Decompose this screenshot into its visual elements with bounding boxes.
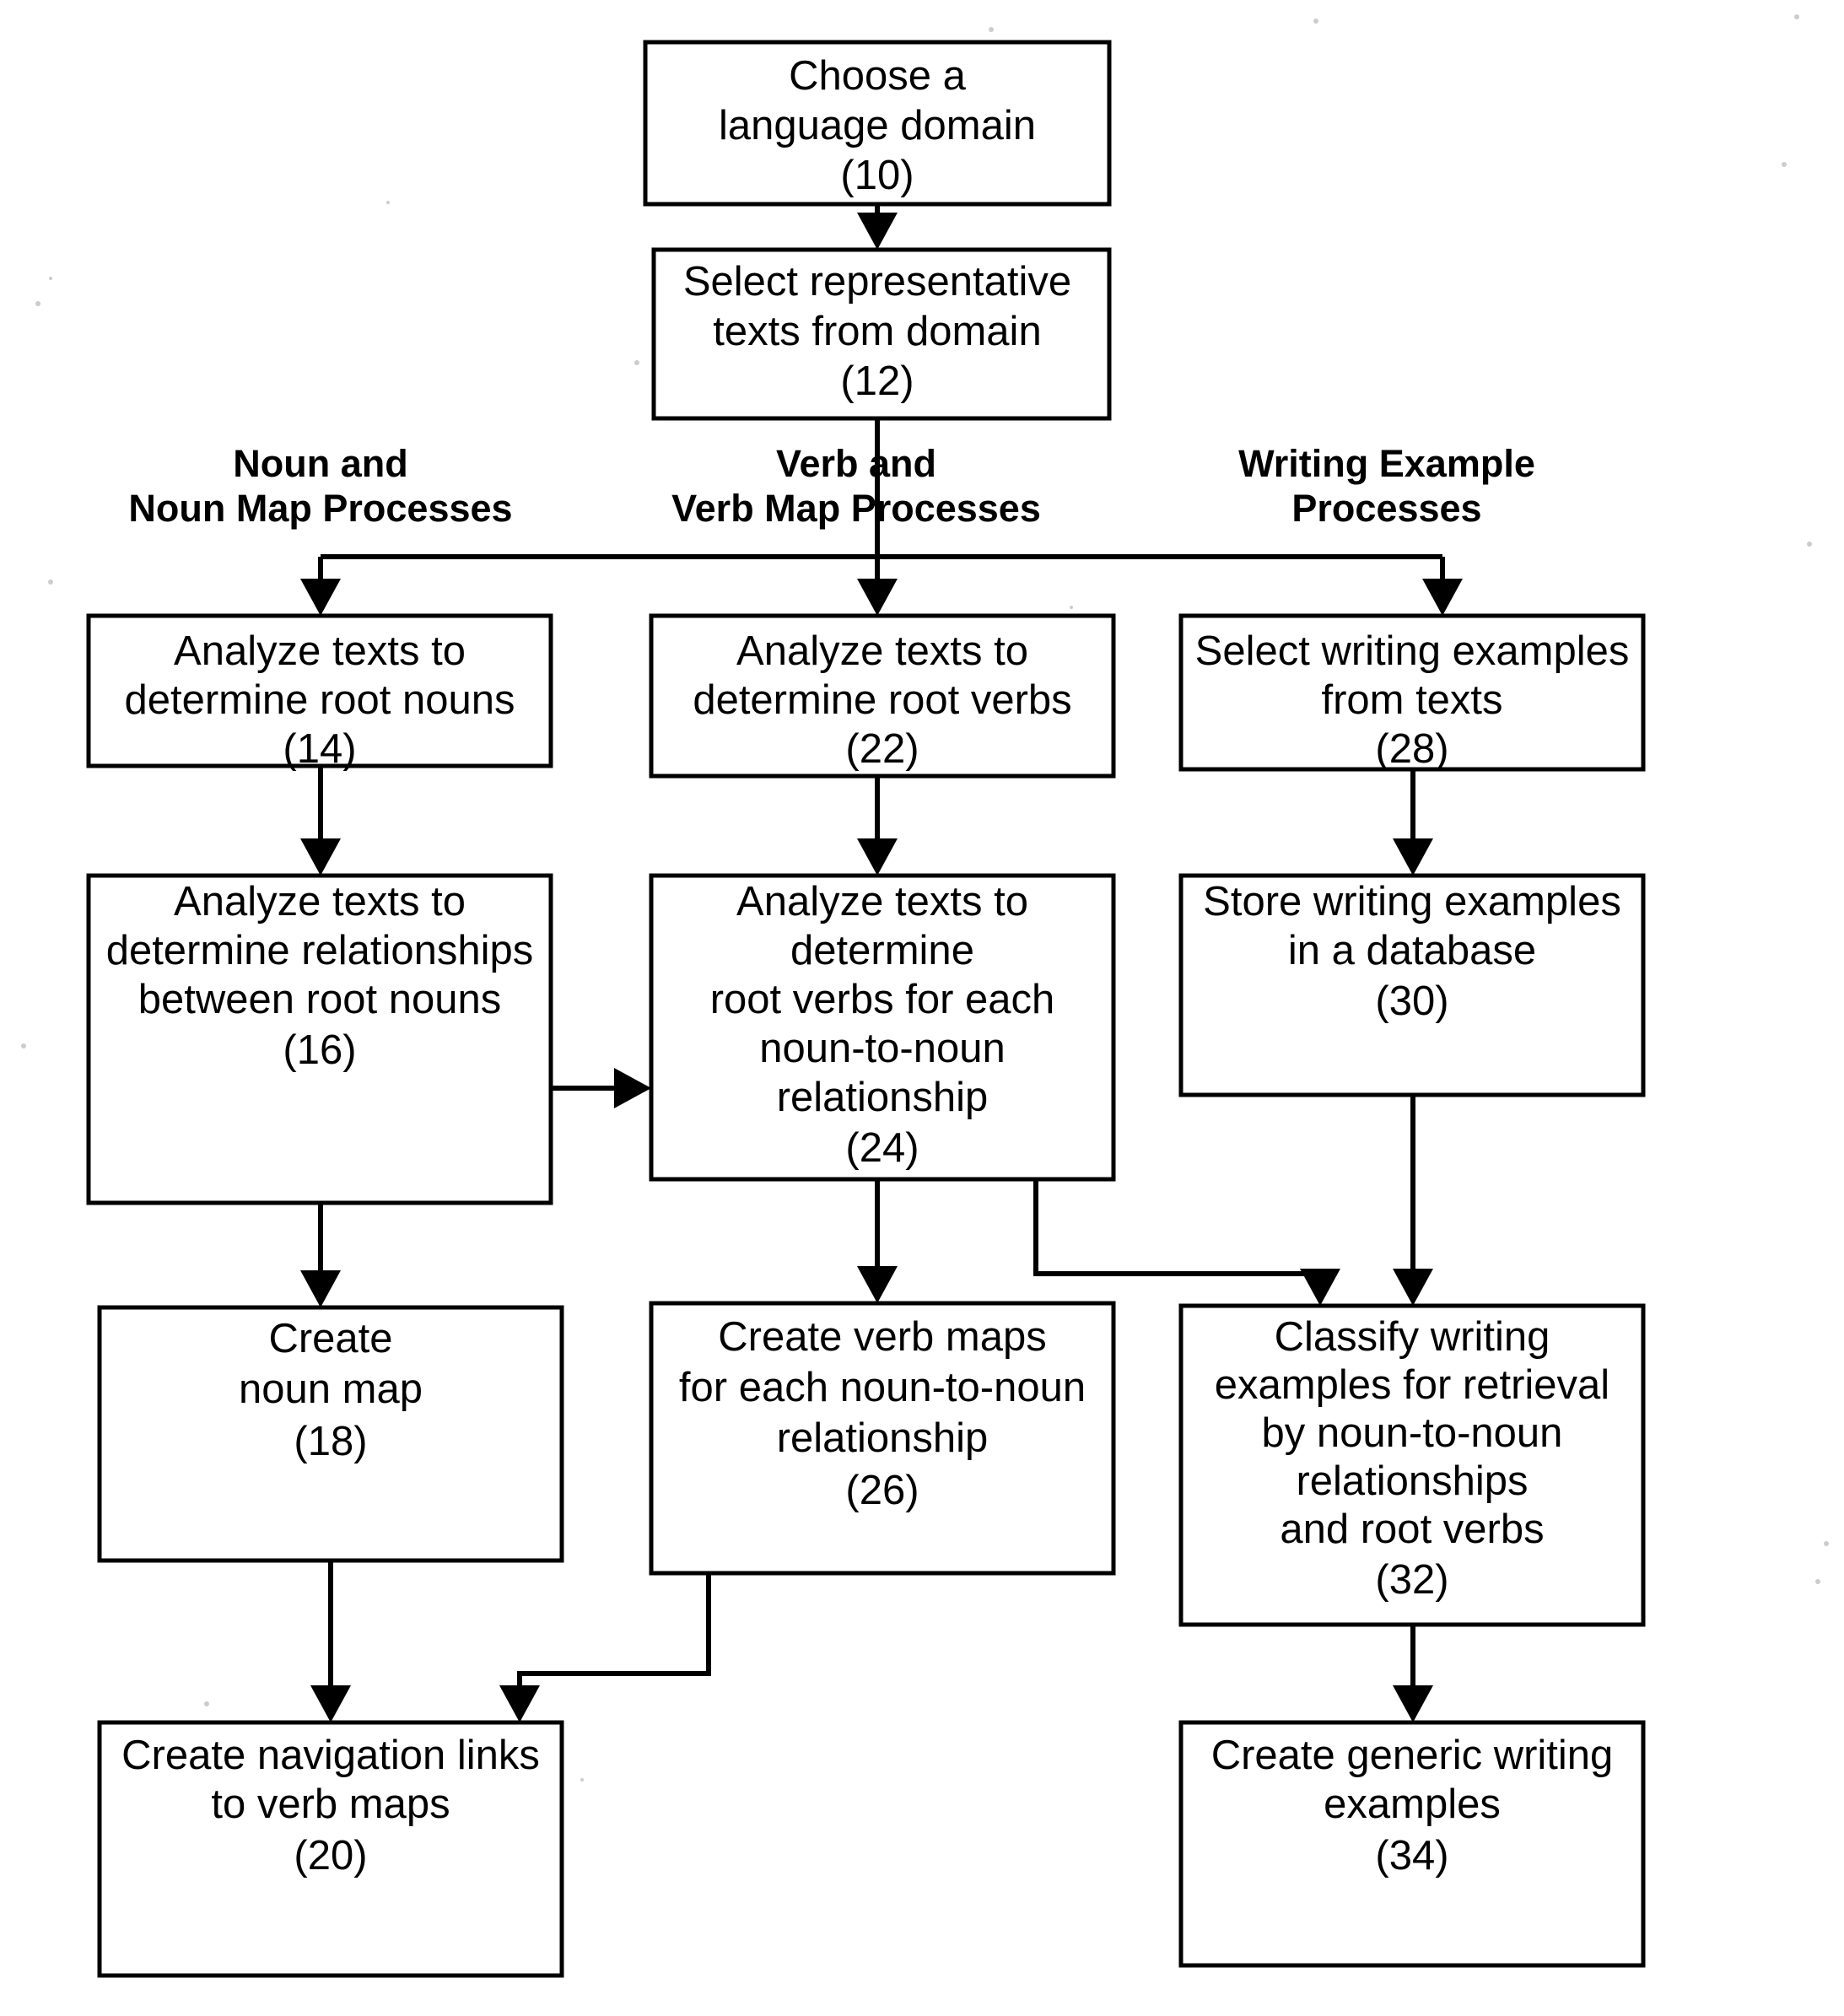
box-32-line-3: by noun-to-noun bbox=[1262, 1410, 1563, 1456]
process-box-14[interactable]: Analyze texts to determine root nouns (1… bbox=[86, 613, 553, 772]
connector-18-to-20 bbox=[310, 1561, 351, 1722]
box-16-line-4: (16) bbox=[283, 1027, 356, 1073]
process-box-26[interactable]: Create verb maps for each noun-to-noun r… bbox=[649, 1301, 1116, 1576]
box-22-line-2: determine root verbs bbox=[693, 677, 1071, 723]
column-header-writing: Writing Example Processes bbox=[1238, 442, 1535, 530]
process-box-34[interactable]: Create generic writing examples (34) bbox=[1178, 1720, 1646, 1968]
box-14-line-2: determine root nouns bbox=[124, 677, 515, 723]
box-10-line-3: (10) bbox=[840, 153, 914, 198]
box-26-line-3: relationship bbox=[777, 1415, 989, 1461]
box-18-line-1: Create bbox=[268, 1316, 392, 1361]
connector-28-to-30 bbox=[1393, 769, 1433, 876]
connector-32-to-34 bbox=[1393, 1625, 1433, 1722]
box-24-line-4: noun-to-noun bbox=[759, 1026, 1006, 1071]
box-24-line-3: root verbs for each bbox=[710, 977, 1055, 1022]
box-18-line-2: noun map bbox=[239, 1366, 423, 1412]
box-12-line-1: Select representative bbox=[683, 259, 1071, 305]
box-12-line-3: (12) bbox=[840, 358, 914, 404]
box-10-line-1: Choose a bbox=[789, 53, 967, 99]
box-32-line-4: relationships bbox=[1296, 1458, 1528, 1504]
process-box-30[interactable]: Store writing examples in a database (30… bbox=[1178, 873, 1646, 1097]
process-box-22[interactable]: Analyze texts to determine root verbs (2… bbox=[649, 613, 1116, 779]
process-box-32[interactable]: Classify writing examples for retrieval … bbox=[1178, 1303, 1646, 1627]
box-18-line-3: (18) bbox=[294, 1419, 367, 1464]
connector-24-to-26 bbox=[857, 1179, 898, 1303]
connector-22-to-24 bbox=[857, 776, 898, 876]
column-header-noun: Noun and Noun Map Processes bbox=[128, 442, 512, 530]
box-16-line-1: Analyze texts to bbox=[174, 879, 466, 924]
box-26-line-4: (26) bbox=[845, 1468, 919, 1513]
box-22-line-1: Analyze texts to bbox=[736, 628, 1028, 674]
box-24-line-5: relationship bbox=[777, 1075, 989, 1120]
flowchart-page: Noun and Noun Map Processes Verb and Ver… bbox=[0, 0, 1844, 2016]
box-24-line-6: (24) bbox=[845, 1125, 919, 1171]
process-box-12[interactable]: Select representative texts from domain … bbox=[651, 247, 1112, 421]
box-14-line-1: Analyze texts to bbox=[174, 628, 466, 674]
connector-26-to-20 bbox=[499, 1573, 711, 1722]
box-26-line-2: for each noun-to-noun bbox=[679, 1365, 1086, 1410]
box-28-line-3: (28) bbox=[1375, 726, 1448, 772]
flowchart-canvas: Noun and Noun Map Processes Verb and Ver… bbox=[21, 14, 1829, 1978]
process-box-28[interactable]: Select writing examples from texts (28) bbox=[1178, 613, 1646, 772]
box-10-line-2: language domain bbox=[719, 103, 1036, 148]
box-34-line-2: examples bbox=[1324, 1782, 1501, 1827]
box-22-line-3: (22) bbox=[845, 726, 919, 772]
box-34-line-1: Create generic writing bbox=[1211, 1733, 1614, 1778]
box-26-line-1: Create verb maps bbox=[718, 1314, 1046, 1360]
process-box-24[interactable]: Analyze texts to determine root verbs fo… bbox=[649, 873, 1116, 1182]
box-32-line-1: Classify writing bbox=[1275, 1314, 1550, 1360]
column-header-verb: Verb and Verb Map Processes bbox=[671, 442, 1041, 530]
box-24-line-1: Analyze texts to bbox=[736, 879, 1028, 924]
column-header-verb-line-1: Verb and bbox=[776, 442, 936, 485]
connector-14-to-16 bbox=[300, 766, 341, 876]
process-box-20[interactable]: Create navigation links to verb maps (20… bbox=[97, 1720, 564, 1978]
connector-16-to-24 bbox=[551, 1068, 651, 1108]
column-header-verb-line-2: Verb Map Processes bbox=[671, 487, 1041, 530]
box-30-line-1: Store writing examples bbox=[1203, 879, 1621, 924]
box-32-line-2: examples for retrieval bbox=[1215, 1362, 1609, 1408]
connector-10-to-12 bbox=[857, 204, 898, 250]
box-34-line-3: (34) bbox=[1375, 1833, 1448, 1879]
box-20-line-1: Create navigation links bbox=[121, 1733, 540, 1778]
box-14-line-3: (14) bbox=[283, 726, 356, 772]
column-header-writing-line-2: Processes bbox=[1291, 487, 1481, 530]
process-box-16[interactable]: Analyze texts to determine relationships… bbox=[86, 873, 553, 1205]
column-header-writing-line-1: Writing Example bbox=[1238, 442, 1535, 485]
box-20-line-2: to verb maps bbox=[211, 1782, 450, 1827]
box-12-line-2: texts from domain bbox=[713, 309, 1041, 354]
box-30-line-2: in a database bbox=[1288, 928, 1536, 973]
box-28-line-1: Select writing examples bbox=[1195, 628, 1630, 674]
box-28-line-2: from texts bbox=[1321, 677, 1502, 723]
process-box-10[interactable]: Choose a language domain (10) bbox=[643, 40, 1112, 207]
box-16-line-2: determine relationships bbox=[106, 928, 534, 973]
box-24-line-2: determine bbox=[790, 928, 974, 973]
box-20-line-3: (20) bbox=[294, 1833, 367, 1879]
connector-24-to-32 bbox=[1033, 1179, 1340, 1306]
box-16-line-3: between root nouns bbox=[138, 977, 501, 1022]
column-header-noun-line-1: Noun and bbox=[233, 442, 407, 485]
box-32-line-6: (32) bbox=[1375, 1557, 1448, 1603]
connector-16-to-18 bbox=[300, 1203, 341, 1307]
box-30-line-3: (30) bbox=[1375, 978, 1448, 1024]
column-header-noun-line-2: Noun Map Processes bbox=[128, 487, 512, 530]
connector-30-to-32 bbox=[1393, 1095, 1433, 1306]
process-box-18[interactable]: Create noun map (18) bbox=[97, 1305, 564, 1563]
box-32-line-5: and root verbs bbox=[1280, 1507, 1544, 1552]
